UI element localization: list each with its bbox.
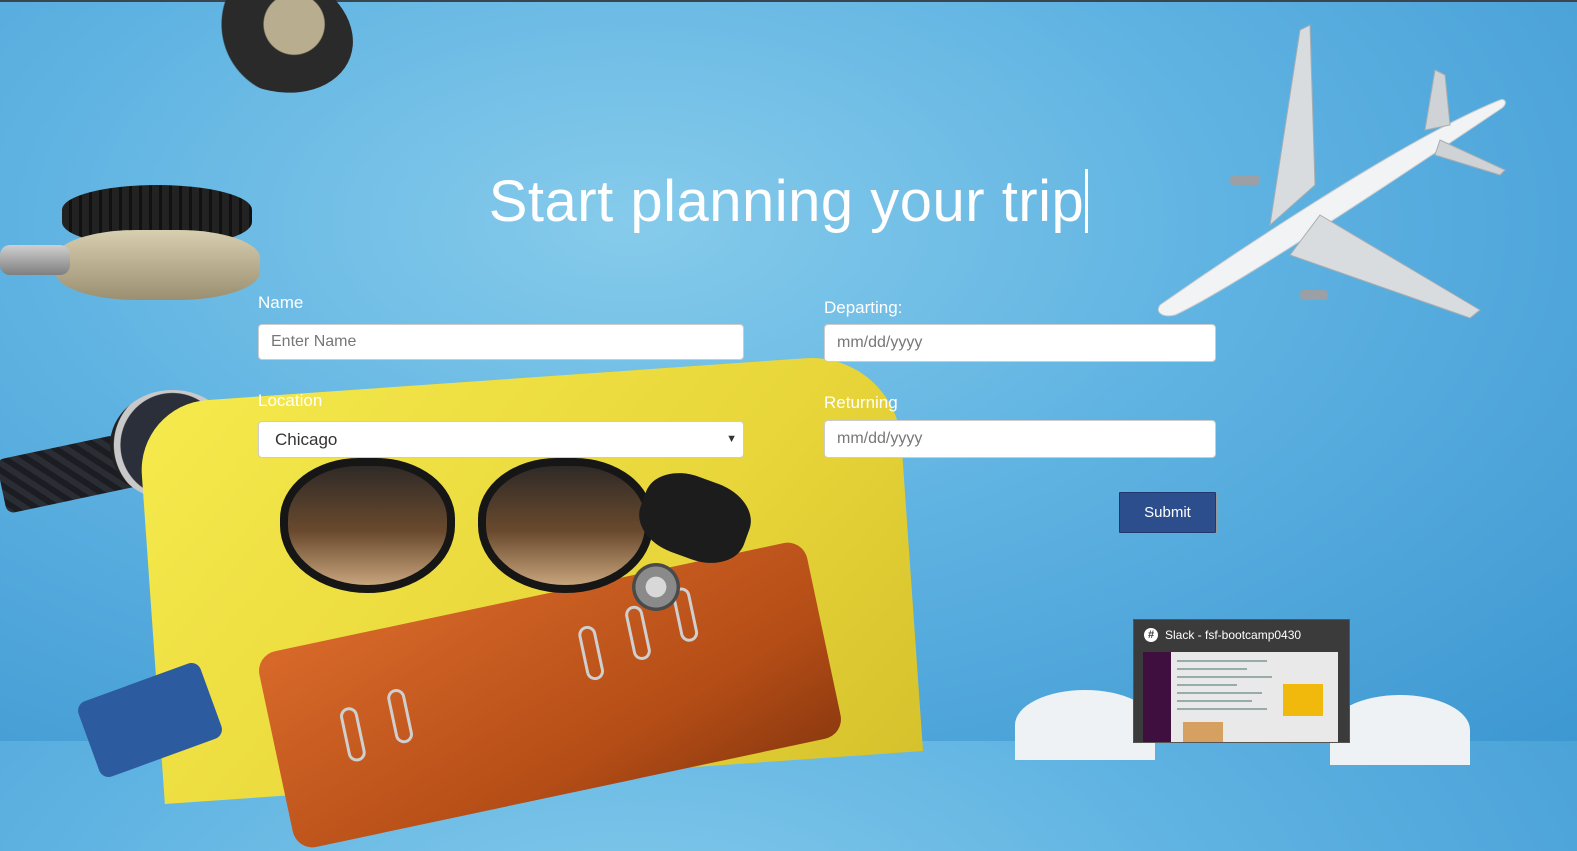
page-heading: Start planning your trip xyxy=(0,168,1577,235)
returning-date-input[interactable] xyxy=(824,420,1216,458)
name-label: Name xyxy=(258,293,304,312)
location-label: Location xyxy=(258,391,323,410)
taskbar-window-preview[interactable]: # Slack - fsf-bootcamp0430 xyxy=(1133,619,1350,743)
sunglasses-image xyxy=(280,458,670,608)
heading-text: Start planning your trip xyxy=(488,169,1085,234)
returning-label: Returning xyxy=(824,393,898,412)
dropdown-arrow-icon: ▼ xyxy=(726,433,737,445)
departing-label: Departing: xyxy=(824,298,903,317)
headphones-top-image xyxy=(179,0,371,114)
name-input[interactable] xyxy=(258,324,744,360)
location-select[interactable]: Chicago ▼ xyxy=(258,421,744,458)
preview-title-bar: # Slack - fsf-bootcamp0430 xyxy=(1144,628,1301,642)
text-cursor xyxy=(1085,169,1089,233)
submit-button[interactable]: Submit xyxy=(1119,492,1216,533)
preview-title: Slack - fsf-bootcamp0430 xyxy=(1165,628,1302,642)
sneaker-image xyxy=(1330,695,1470,765)
departing-date-input[interactable] xyxy=(824,324,1216,362)
location-selected-value: Chicago xyxy=(275,430,338,449)
snap-button-image xyxy=(632,563,680,611)
preview-thumbnail xyxy=(1143,652,1338,742)
slack-icon: # xyxy=(1144,628,1158,642)
